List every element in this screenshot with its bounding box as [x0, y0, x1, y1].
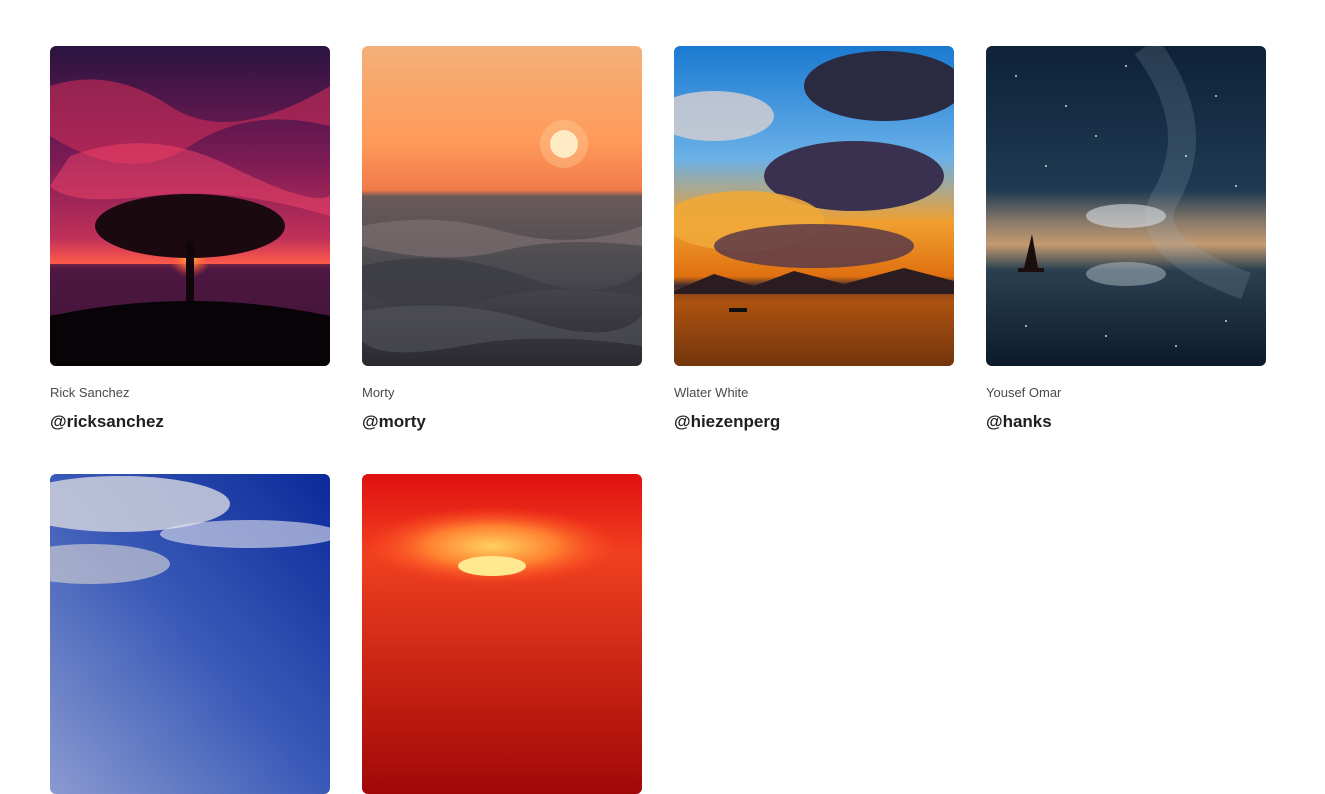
red-sun-image[interactable]: [362, 474, 642, 794]
profile-handle[interactable]: @morty: [362, 412, 642, 432]
cloudy-blue-sky-image[interactable]: [50, 474, 330, 794]
starry-sailboat-image[interactable]: [986, 46, 1266, 366]
profile-card[interactable]: Morty @morty: [362, 46, 642, 474]
cloudy-sunset-lake-image[interactable]: [674, 46, 954, 366]
tree-sunset-image[interactable]: [50, 46, 330, 366]
profile-name: Morty: [362, 385, 395, 400]
profile-name: Yousef Omar: [986, 385, 1062, 400]
profile-card[interactable]: [50, 474, 330, 794]
profile-grid: Rick Sanchez @ricksanchez Morty @morty W…: [50, 46, 1266, 794]
profile-handle[interactable]: @ricksanchez: [50, 412, 330, 432]
profile-card[interactable]: [362, 474, 642, 794]
profile-card[interactable]: Yousef Omar @hanks: [986, 46, 1266, 474]
profile-name: Rick Sanchez: [50, 385, 130, 400]
profile-handle[interactable]: @hanks: [986, 412, 1266, 432]
profile-card[interactable]: Rick Sanchez @ricksanchez: [50, 46, 330, 474]
profile-card[interactable]: Wlater White @hiezenperg: [674, 46, 954, 474]
profile-name: Wlater White: [674, 385, 749, 400]
profile-handle[interactable]: @hiezenperg: [674, 412, 954, 432]
ocean-wave-sunset-image[interactable]: [362, 46, 642, 366]
